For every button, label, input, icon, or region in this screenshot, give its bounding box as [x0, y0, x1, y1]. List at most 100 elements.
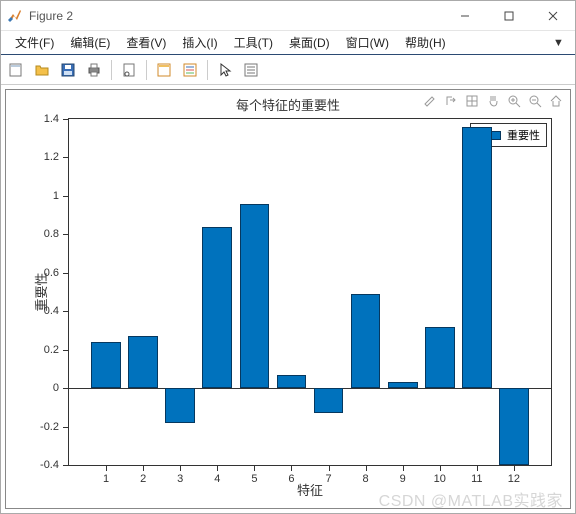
x-tick [329, 465, 330, 471]
matlab-icon [7, 8, 23, 24]
y-tick-label: 1.2 [25, 151, 59, 163]
separator [111, 60, 112, 80]
bar [462, 127, 492, 388]
bar [165, 388, 195, 423]
axes[interactable]: 重要性 重要性 特征 -0.4-0.200.20.40.60.811.21.41… [68, 118, 552, 466]
x-tick-label: 2 [140, 473, 146, 485]
menu-help[interactable]: 帮助(H) [397, 32, 454, 53]
minimize-button[interactable] [443, 1, 487, 31]
separator [146, 60, 147, 80]
y-tick [63, 157, 69, 158]
maximize-button[interactable] [487, 1, 531, 31]
window-title: Figure 2 [29, 9, 73, 23]
bar [388, 382, 418, 388]
x-tick [403, 465, 404, 471]
y-tick [63, 273, 69, 274]
pointer-button[interactable] [214, 59, 236, 81]
x-tick [366, 465, 367, 471]
open-file-button[interactable] [31, 59, 53, 81]
x-tick [143, 465, 144, 471]
bar [202, 227, 232, 388]
axes-toolbar [422, 93, 564, 109]
y-tick [63, 119, 69, 120]
data-cursor-button[interactable] [240, 59, 262, 81]
y-tick [63, 350, 69, 351]
x-tick-label: 10 [434, 473, 446, 485]
data-cursor-icon[interactable] [464, 93, 480, 109]
print-button[interactable] [83, 59, 105, 81]
x-tick-label: 9 [400, 473, 406, 485]
y-tick [63, 234, 69, 235]
y-tick-label: -0.4 [25, 459, 59, 471]
menu-file[interactable]: 文件(F) [7, 32, 62, 53]
x-tick [291, 465, 292, 471]
x-tick-label: 5 [251, 473, 257, 485]
page-setup-button[interactable] [118, 59, 140, 81]
export-icon[interactable] [443, 93, 459, 109]
home-icon[interactable] [548, 93, 564, 109]
x-tick-label: 11 [471, 473, 482, 485]
y-tick-label: 1.4 [25, 113, 59, 125]
bar [314, 388, 344, 413]
y-tick [63, 427, 69, 428]
x-tick [514, 465, 515, 471]
x-tick-label: 3 [177, 473, 183, 485]
figure-window: Figure 2 文件(F) 编辑(E) 查看(V) 插入(I) 工具(T) 桌… [0, 0, 576, 514]
y-tick-label: 0.4 [25, 305, 59, 317]
bar [425, 327, 455, 389]
menu-tools[interactable]: 工具(T) [226, 32, 281, 53]
menu-desktop[interactable]: 桌面(D) [281, 32, 338, 53]
y-tick [63, 388, 69, 389]
titlebar: Figure 2 [1, 1, 575, 31]
new-figure-button[interactable] [5, 59, 27, 81]
insert-legend-button[interactable] [179, 59, 201, 81]
separator [207, 60, 208, 80]
y-tick [63, 311, 69, 312]
bar [240, 204, 270, 389]
pan-icon[interactable] [485, 93, 501, 109]
x-tick [106, 465, 107, 471]
y-tick-label: 0 [25, 382, 59, 394]
x-tick-label: 6 [288, 473, 294, 485]
menu-window[interactable]: 窗口(W) [338, 32, 397, 53]
y-tick-label: -0.2 [25, 421, 59, 433]
x-tick [440, 465, 441, 471]
x-tick-label: 1 [103, 473, 109, 485]
menu-insert[interactable]: 插入(I) [174, 32, 225, 53]
menu-view[interactable]: 查看(V) [118, 32, 174, 53]
x-tick [254, 465, 255, 471]
x-tick [477, 465, 478, 471]
menubar: 文件(F) 编辑(E) 查看(V) 插入(I) 工具(T) 桌面(D) 窗口(W… [1, 31, 575, 55]
y-tick [63, 465, 69, 466]
zero-line [69, 388, 551, 389]
x-tick-label: 7 [325, 473, 331, 485]
bar [351, 294, 381, 388]
zoom-out-icon[interactable] [527, 93, 543, 109]
title-left: Figure 2 [1, 8, 73, 24]
link-axes-button[interactable] [153, 59, 175, 81]
x-axis-label: 特征 [297, 480, 323, 499]
window-controls [443, 1, 575, 31]
menu-edit[interactable]: 编辑(E) [62, 32, 118, 53]
close-button[interactable] [531, 1, 575, 31]
brush-icon[interactable] [422, 93, 438, 109]
menu-overflow-icon[interactable]: ▼ [553, 37, 569, 49]
zoom-in-icon[interactable] [506, 93, 522, 109]
toolbar [1, 55, 575, 85]
y-tick [63, 196, 69, 197]
save-button[interactable] [57, 59, 79, 81]
y-tick-label: 0.8 [25, 228, 59, 240]
y-tick-label: 0.2 [25, 344, 59, 356]
plot-panel: 每个特征的重要性 重要性 重要性 特征 -0.4-0.200.20.40.60.… [5, 89, 571, 509]
plot-container: 每个特征的重要性 重要性 重要性 特征 -0.4-0.200.20.40.60.… [1, 85, 575, 513]
y-tick-label: 1 [25, 190, 59, 202]
bar [499, 388, 529, 465]
x-tick [217, 465, 218, 471]
bar [128, 336, 158, 388]
bar [91, 342, 121, 388]
x-tick-label: 4 [214, 473, 220, 485]
bar [277, 375, 307, 388]
x-tick-label: 8 [363, 473, 369, 485]
y-tick-label: 0.6 [25, 267, 59, 279]
x-tick [180, 465, 181, 471]
